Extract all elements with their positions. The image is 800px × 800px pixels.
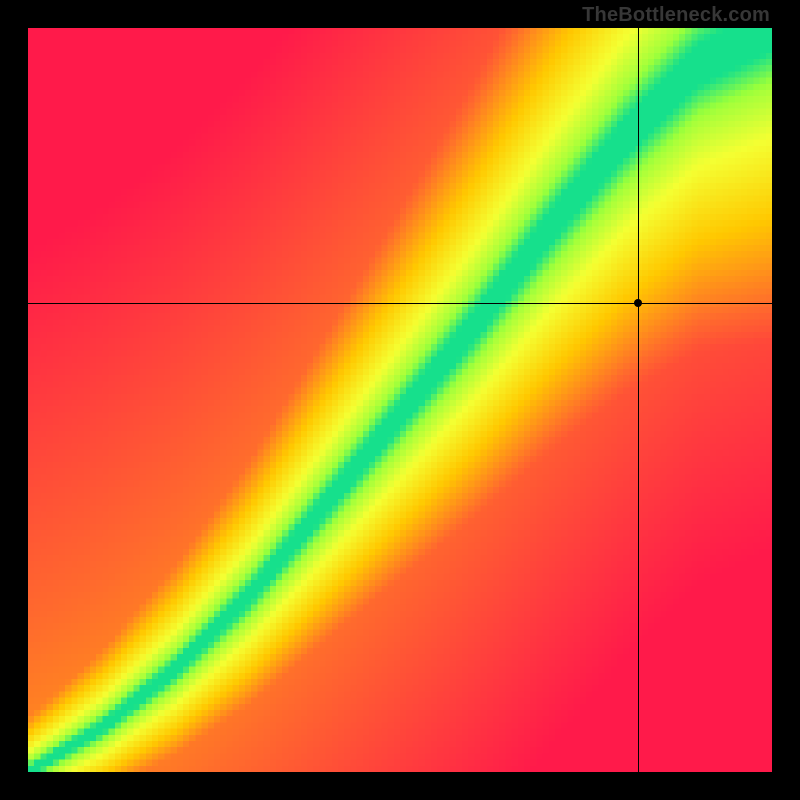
heatmap-plot <box>28 28 772 772</box>
chart-frame: TheBottleneck.com <box>0 0 800 800</box>
watermark-text: TheBottleneck.com <box>582 4 770 27</box>
crosshair-vertical <box>638 28 639 772</box>
crosshair-horizontal <box>28 303 772 304</box>
heatmap-canvas <box>28 28 772 772</box>
